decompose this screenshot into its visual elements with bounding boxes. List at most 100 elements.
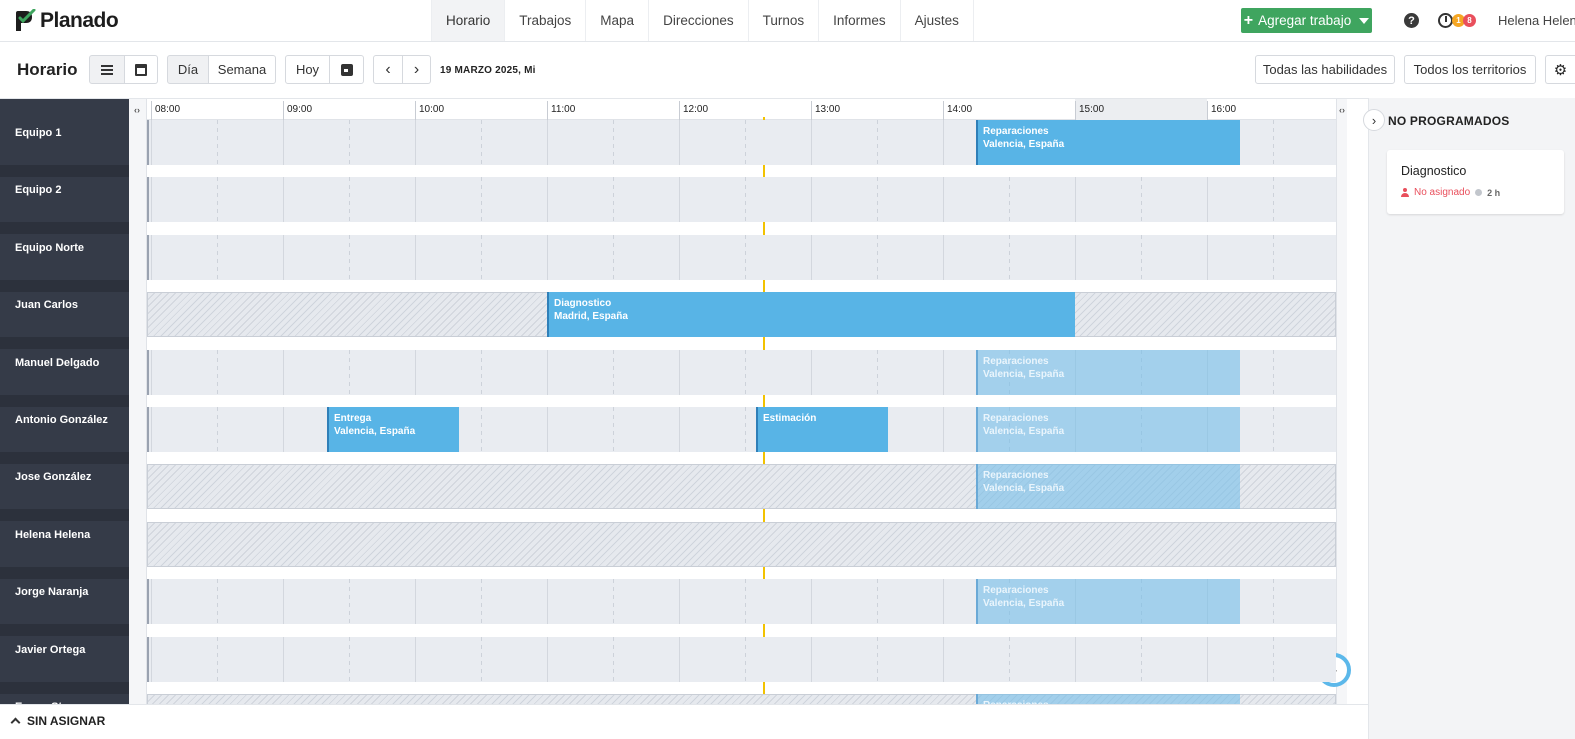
grid-line [151, 579, 152, 625]
job-block[interactable]: Estimación [756, 407, 888, 452]
job-block[interactable]: ReparacionesValencia, España [976, 349, 1240, 395]
grid-line [679, 177, 680, 223]
grid-line [1141, 636, 1142, 682]
resource-row[interactable]: Antonio González [0, 407, 129, 452]
nav-item-informes[interactable]: Informes [818, 0, 900, 41]
hour-tick [679, 101, 680, 120]
grid-line [877, 177, 878, 223]
grid-line [745, 349, 746, 395]
grid-line [811, 636, 812, 682]
add-job-button[interactable]: + Agregar trabajo [1241, 8, 1372, 33]
nav-item-ajustes[interactable]: Ajustes [899, 0, 974, 41]
scroll-left-icon[interactable]: ‹› [132, 104, 142, 116]
panel-collapse-button[interactable]: › [1363, 109, 1385, 131]
grid-line [1141, 177, 1142, 223]
time-header: 08:00 09:00 10:00 11:00 12:00 13:00 14:00 15:00… [147, 99, 1336, 120]
job-location: Valencia, España [983, 483, 1065, 495]
grid-line [415, 349, 416, 395]
panel-title: NO PROGRAMADOS [1388, 114, 1510, 128]
grid-line [349, 349, 350, 395]
territories-filter-button[interactable]: Todos los territorios [1404, 55, 1536, 84]
planado-logo[interactable]: Planado [14, 8, 119, 34]
notifications-button[interactable]: 1 8 [1438, 11, 1480, 31]
resource-separator [0, 681, 129, 694]
scroll-right-strip[interactable]: ‹› [1336, 99, 1347, 704]
resource-row[interactable]: Emma Stone [0, 694, 129, 704]
nav-item-turnos[interactable]: Turnos [747, 0, 819, 41]
job-location: Valencia, España [983, 426, 1065, 437]
grid-line [349, 636, 350, 682]
resource-column: Equipo 1 Equipo 2 Equipo Norte Juan Carlos M… [0, 99, 129, 704]
unscheduled-job-card[interactable]: Diagnostico No asignado 2 h [1387, 150, 1564, 214]
resource-row[interactable]: Manuel Delgado [0, 350, 129, 395]
lane-start-marker [147, 120, 149, 165]
nav-item-horario[interactable]: Horario [431, 0, 505, 41]
scroll-right-icon[interactable]: ‹› [1337, 104, 1347, 116]
day-view-button[interactable]: Día [167, 55, 209, 84]
today-button[interactable]: Hoy [285, 55, 330, 84]
resource-row[interactable]: Javier Ortega [0, 637, 129, 682]
grid-line [217, 177, 218, 223]
grid-line [943, 636, 944, 682]
gear-icon: ⚙ [1553, 61, 1568, 79]
resource-row[interactable]: Equipo 1 [0, 120, 129, 165]
date-picker-button[interactable] [330, 55, 364, 84]
job-location: Valencia, España [983, 368, 1065, 380]
grid-line [1075, 177, 1076, 223]
job-title: Reparaciones [983, 413, 1049, 424]
previous-day-button[interactable]: ‹ [373, 55, 403, 84]
schedule-lane[interactable] [147, 177, 1336, 223]
job-location: Valencia, España [334, 426, 416, 437]
job-block[interactable]: ReparacionesValencia, España [976, 120, 1240, 165]
grid-line [613, 177, 614, 223]
user-menu[interactable]: Helena Helena [1498, 13, 1575, 28]
job-block[interactable]: Diagnostico Madrid, España [547, 292, 1075, 338]
hour-label: 09:00 [287, 104, 313, 115]
next-day-button[interactable]: › [403, 55, 431, 84]
job-block[interactable]: ReparacionesValencia, España [976, 579, 1240, 625]
grid-line [943, 579, 944, 625]
job-block[interactable]: ReparacionesValencia, España [976, 464, 1240, 510]
hour-label: 11:00 [551, 104, 576, 115]
schedule-lane[interactable] [147, 636, 1336, 682]
schedule-lane[interactable] [147, 234, 1336, 280]
resource-row[interactable]: Jose González [0, 464, 129, 509]
job-card-meta: No asignado 2 h [1401, 187, 1500, 198]
nav-item-mapa[interactable]: Mapa [585, 0, 648, 41]
grid-line [1207, 636, 1208, 682]
list-view-button[interactable] [89, 55, 125, 84]
resource-row[interactable]: Equipo 2 [0, 177, 129, 222]
grid-line [679, 120, 680, 165]
week-view-button[interactable]: Semana [209, 55, 276, 84]
unassigned-bar[interactable]: SIN ASIGNAR [0, 704, 1368, 739]
schedule-lane[interactable] [147, 521, 1336, 567]
job-block[interactable]: Entrega Valencia, España [327, 407, 459, 452]
scroll-left-strip[interactable]: ‹› [129, 99, 147, 704]
hour-label: 13:00 [815, 104, 841, 115]
grid-line [547, 177, 548, 223]
help-icon[interactable]: ? [1404, 13, 1419, 28]
job-block[interactable]: ReparacionesValencia, España [976, 694, 1240, 704]
resource-row[interactable]: Juan Carlos [0, 292, 129, 337]
nav-item-direcciones[interactable]: Direcciones [648, 0, 748, 41]
job-block[interactable]: Reparaciones Valencia, España [976, 407, 1240, 452]
clock-icon [1475, 189, 1483, 196]
grid-line [943, 120, 944, 165]
hour-label: 12:00 [683, 104, 709, 115]
resource-row[interactable]: Equipo Norte [0, 235, 129, 280]
nav-item-trabajos[interactable]: Trabajos [504, 0, 585, 41]
resource-row[interactable]: Helena Helena [0, 522, 129, 567]
grid-line [1075, 234, 1076, 280]
clock-icon [1438, 13, 1453, 28]
settings-button[interactable]: ⚙ [1545, 55, 1575, 84]
job-title: Reparaciones [983, 355, 1049, 367]
hour-tick [943, 101, 944, 120]
grid-line [1273, 177, 1274, 223]
resource-separator [0, 165, 129, 177]
skills-filter-button[interactable]: Todas las habilidades [1255, 55, 1395, 84]
job-title: Reparaciones [983, 470, 1049, 482]
grid-line [745, 636, 746, 682]
resource-row[interactable]: Jorge Naranja [0, 579, 129, 624]
job-title: Reparaciones [983, 585, 1049, 597]
calendar-view-button[interactable] [125, 55, 158, 84]
